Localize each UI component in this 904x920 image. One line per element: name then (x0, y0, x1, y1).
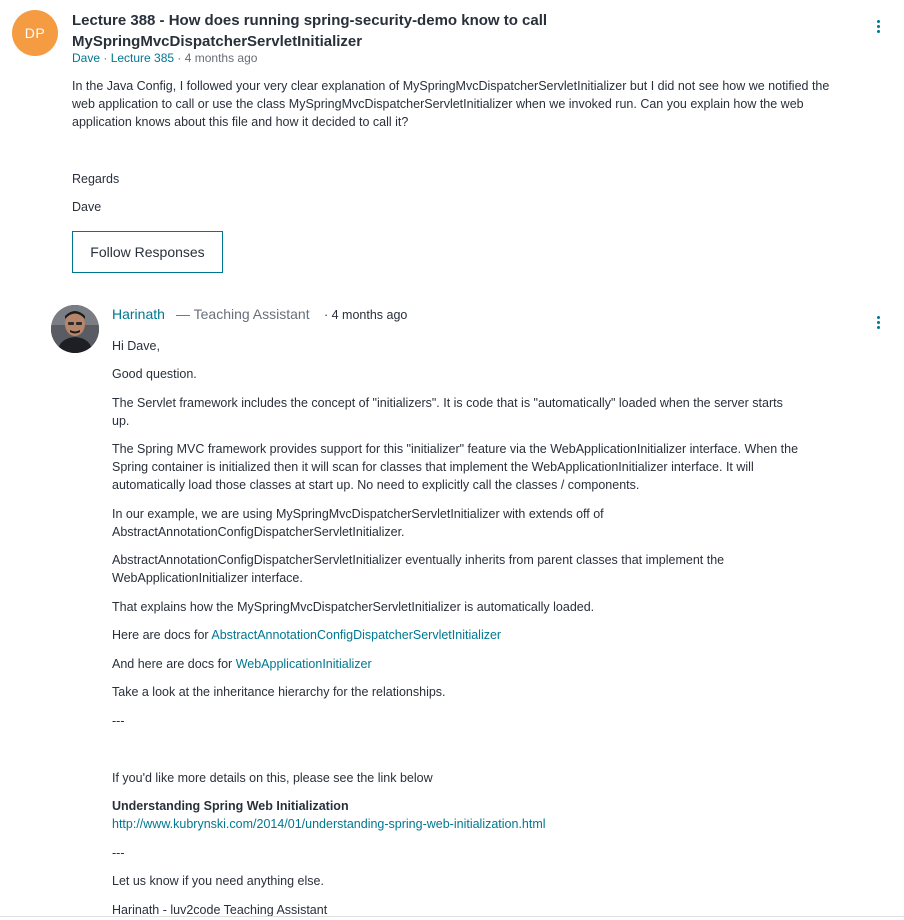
answer-line: The Servlet framework includes the conce… (112, 396, 783, 410)
answer-paragraph: Take a look at the inheritance hierarchy… (112, 685, 446, 699)
answer-line: WebApplicationInitializer interface. (112, 571, 303, 585)
question-signature: Dave (72, 200, 102, 214)
answer-line: Spring container is initialized then it … (112, 460, 754, 474)
answer-line: AbstractAnnotationConfigDispatcherServle… (112, 525, 405, 539)
answer-paragraph: Let us know if you need anything else. (112, 874, 324, 888)
answer-line: The Spring MVC framework provides suppor… (112, 442, 799, 456)
answer-more-options-icon[interactable] (873, 314, 883, 330)
ta-avatar-image (51, 305, 99, 353)
answer-paragraph: If you'd like more details on this, plea… (112, 771, 433, 785)
reference-title: Understanding Spring Web Initialization (112, 799, 349, 813)
question-title[interactable]: Lecture 388 - How does running spring-se… (72, 10, 792, 52)
question-body-line: In the Java Config, I followed your very… (72, 79, 830, 93)
answer-greeting: Hi Dave, (112, 339, 160, 353)
docs-link-abstract-initializer[interactable]: AbstractAnnotationConfigDispatcherServle… (211, 628, 501, 642)
answer-paragraph: In our example, we are using MySpringMvc… (112, 505, 842, 541)
user-avatar-initials[interactable]: DP (12, 10, 58, 56)
question-body: In the Java Config, I followed your very… (72, 77, 894, 131)
question-title-line1: Lecture 388 - How does running spring-se… (72, 12, 548, 29)
lecture-link[interactable]: Lecture 385 (111, 51, 174, 65)
answer-time: · 4 months ago (324, 308, 408, 322)
question-author-link[interactable]: Dave (72, 51, 100, 65)
ta-name-link[interactable]: Harinath (112, 306, 165, 322)
answer-line: AbstractAnnotationConfigDispatcherServle… (112, 553, 725, 567)
answer-separator: --- (112, 714, 125, 728)
question-meta: Dave · Lecture 385 · 4 months ago (72, 51, 257, 65)
docs-link-web-app-initializer[interactable]: WebApplicationInitializer (236, 657, 372, 671)
ta-avatar[interactable] (51, 305, 99, 353)
reference-url-line: http://www.kubrynski.com/2014/01/underst… (112, 815, 842, 833)
docs-prefix: And here are docs for (112, 657, 236, 671)
bottom-divider (0, 916, 904, 917)
answer-paragraph: That explains how the MySpringMvcDispatc… (112, 600, 595, 614)
follow-responses-button[interactable]: Follow Responses (72, 231, 223, 273)
answer-docs-line: Here are docs for AbstractAnnotationConf… (112, 626, 842, 644)
answer-line: automatically load those classes at star… (112, 478, 640, 492)
meta-separator: · (100, 51, 111, 65)
answer-paragraph: The Spring MVC framework provides suppor… (112, 440, 872, 494)
question-time: · 4 months ago (174, 51, 258, 65)
question-body-line: application knows about this file and ho… (72, 115, 409, 129)
answer-line: In our example, we are using MySpringMvc… (112, 507, 604, 521)
ta-role: — Teaching Assistant (176, 306, 310, 322)
question-more-options-icon[interactable] (873, 18, 883, 34)
answer-separator: --- (112, 846, 125, 860)
reference-url-link[interactable]: http://www.kubrynski.com/2014/01/underst… (112, 817, 546, 831)
answer-paragraph: Good question. (112, 367, 197, 381)
question-regards: Regards (72, 172, 120, 186)
answer-line: up. (112, 414, 130, 428)
answer-paragraph: The Servlet framework includes the conce… (112, 394, 842, 430)
docs-prefix: Here are docs for (112, 628, 212, 642)
question-body-line: web application to call or use the class… (72, 97, 804, 111)
answer-docs-line: And here are docs for WebApplicationInit… (112, 655, 842, 673)
answer-paragraph: AbstractAnnotationConfigDispatcherServle… (112, 551, 842, 587)
question-title-line2: MySpringMvcDispatcherServletInitializer (72, 33, 363, 50)
